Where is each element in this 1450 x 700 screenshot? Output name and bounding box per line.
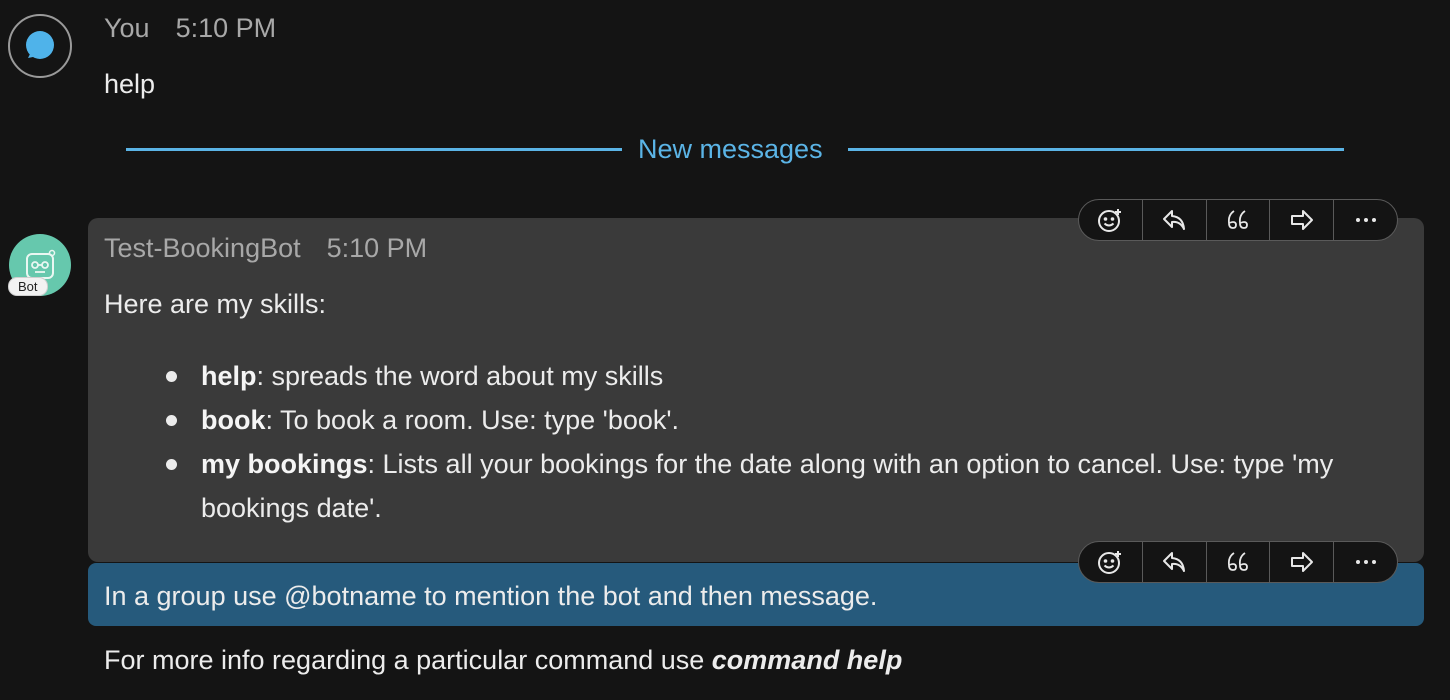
forward-icon: [1290, 552, 1313, 572]
user-sender-name: You: [104, 13, 150, 43]
more-info-prefix: For more info regarding a particular com…: [104, 645, 712, 675]
reply-button[interactable]: [1143, 542, 1207, 582]
emoji-icon: [1098, 209, 1122, 232]
more-icon: [1355, 560, 1376, 564]
skill-desc: : spreads the word about my skills: [256, 361, 664, 391]
quote-button[interactable]: [1207, 542, 1271, 582]
skill-name: book: [201, 405, 266, 435]
bot-sender-name: Test-BookingBot: [104, 233, 301, 263]
reply-icon: [1163, 210, 1186, 230]
reply-button[interactable]: [1143, 200, 1207, 240]
skill-name: help: [201, 361, 257, 391]
skill-item-book: book: To book a room. Use: type 'book'.: [166, 398, 1411, 442]
skill-item-my-bookings: my bookings: Lists all your bookings for…: [166, 442, 1411, 530]
bot-message-meta: Test-BookingBot 5:10 PM: [104, 233, 427, 264]
add-reaction-button[interactable]: [1079, 542, 1143, 582]
user-avatar[interactable]: [8, 14, 72, 78]
message-actions-toolbar: [1078, 541, 1398, 583]
skill-desc: : Lists all your bookings for the date a…: [201, 449, 1334, 523]
more-options-button[interactable]: [1334, 200, 1397, 240]
more-options-button[interactable]: [1334, 542, 1397, 582]
quote-icon: [1227, 552, 1248, 571]
forward-button[interactable]: [1270, 200, 1335, 240]
divider-line-left: [126, 148, 622, 151]
more-icon: [1355, 218, 1376, 222]
message-actions-toolbar: [1078, 199, 1398, 241]
new-messages-label: New messages: [638, 134, 823, 164]
more-info-text: For more info regarding a particular com…: [104, 645, 902, 676]
skill-item-help: help: spreads the word about my skills: [166, 354, 1411, 398]
divider-line-right: [848, 148, 1344, 151]
chat-bubble-icon: [26, 31, 54, 59]
bot-badge: Bot: [8, 277, 48, 296]
quote-button[interactable]: [1207, 200, 1271, 240]
bot-message-time: 5:10 PM: [326, 233, 428, 263]
quote-icon: [1227, 210, 1248, 229]
emoji-icon: [1098, 551, 1122, 574]
reply-icon: [1163, 552, 1186, 572]
skill-name: my bookings: [201, 449, 368, 479]
user-message-meta: You 5:10 PM: [104, 13, 276, 44]
forward-icon: [1290, 210, 1313, 230]
user-message-time: 5:10 PM: [175, 13, 277, 43]
command-help-text: command help: [711, 645, 903, 675]
skills-list: help: spreads the word about my skills b…: [166, 354, 1411, 530]
skill-desc: : To book a room. Use: type 'book'.: [265, 405, 680, 435]
bot-message-intro: Here are my skills:: [104, 289, 327, 319]
forward-button[interactable]: [1270, 542, 1335, 582]
user-message-text: help: [104, 69, 156, 99]
add-reaction-button[interactable]: [1079, 200, 1143, 240]
group-hint-text: In a group use @botname to mention the b…: [104, 581, 878, 611]
